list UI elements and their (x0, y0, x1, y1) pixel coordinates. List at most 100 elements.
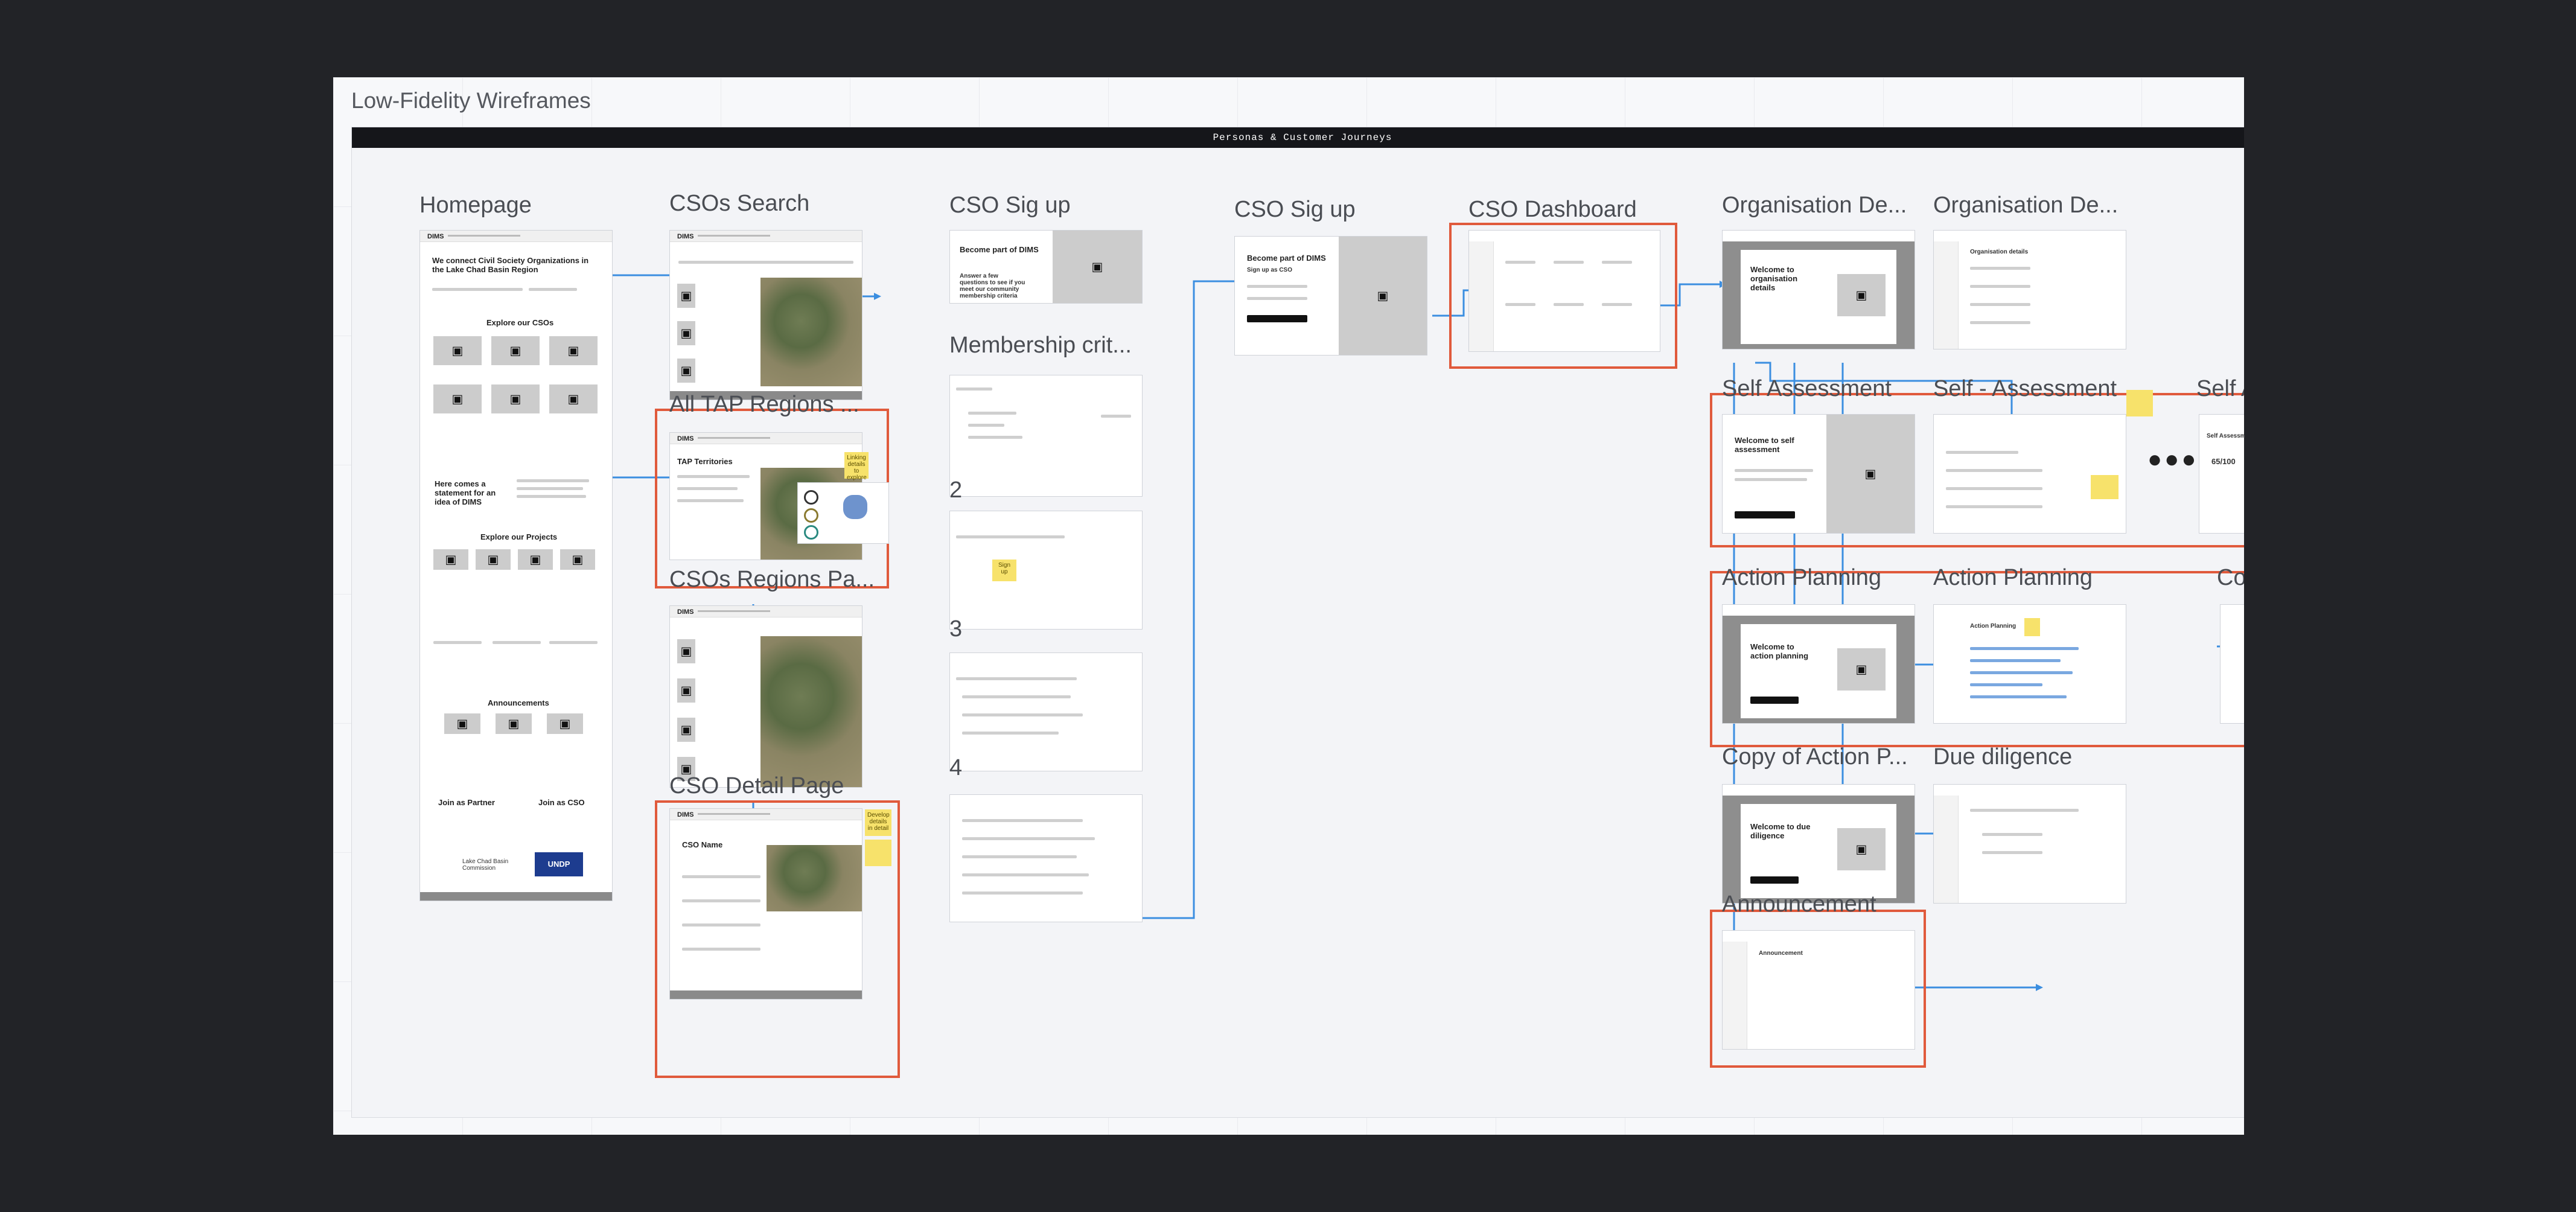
self-assessment-title: Self Assessment (2207, 433, 2244, 439)
dims-logo: DIMS (677, 233, 694, 240)
result-image-2[interactable] (677, 321, 695, 345)
membership-frame-1[interactable] (949, 375, 1143, 497)
dims-logo: DIMS (677, 811, 694, 818)
due-diligence-frame[interactable] (1933, 784, 2126, 904)
board-title: Low-Fidelity Wireframes (351, 88, 591, 113)
donut-icon (804, 525, 818, 540)
action-planning-frame[interactable]: Welcome to action planning (1722, 604, 1915, 724)
cso-name-title: CSO Name (682, 840, 723, 849)
org-details-a-frame[interactable]: Welcome to organisation details (1722, 230, 1915, 349)
signup-heading: Become part of DIMS (960, 245, 1039, 254)
label-org-details-a: Organisation De... (1722, 193, 1907, 218)
search-map[interactable] (760, 278, 862, 386)
announcement-image-3[interactable] (547, 713, 583, 734)
dims-logo: DIMS (677, 608, 694, 616)
copy-action-a-frame[interactable] (2220, 604, 2244, 724)
label-cso-signup-a: CSO Sig up (949, 193, 1071, 218)
signup-b-sub: Sign up as CSO (1247, 267, 1293, 273)
result-image-3[interactable] (677, 359, 695, 383)
start-due-button[interactable] (1750, 876, 1799, 884)
project-image-1[interactable] (433, 549, 468, 570)
label-due-diligence: Due diligence (1933, 744, 2073, 770)
self-assessment-c-frame[interactable]: Self Assessment 65/100 (2199, 414, 2244, 534)
project-image-3[interactable] (518, 549, 553, 570)
cso-image-6[interactable] (549, 384, 598, 413)
sticky-note-self-top[interactable] (2126, 390, 2153, 416)
cso-regions-frame[interactable]: DIMS (669, 605, 862, 788)
region-result-image-3[interactable] (677, 718, 695, 742)
about-statement: Here comes a statement for an idea of DI… (435, 479, 496, 506)
dashboard-sidebar[interactable] (1469, 241, 1494, 351)
regions-map[interactable] (760, 636, 862, 787)
signup-b-image (1339, 237, 1427, 355)
wireframe-board: Low-Fidelity Wireframes Personas & Custo… (333, 77, 2244, 1135)
cso-image-1[interactable] (433, 336, 482, 365)
start-action-button[interactable] (1750, 697, 1799, 704)
homepage-header: DIMS (420, 231, 612, 242)
donut-icon (804, 508, 818, 523)
sticky-note-detail[interactable]: Develop details in detail (865, 809, 891, 836)
label-action-planning-b: Action Planning (1933, 565, 2093, 590)
announcement-frame[interactable]: Announcement (1722, 930, 1915, 1050)
announcement-sidebar[interactable] (1723, 942, 1747, 1049)
membership-frame-3[interactable] (949, 652, 1143, 771)
label-cso-detail: CSO Detail Page (669, 773, 844, 799)
label-cso-regions: CSOs Regions Pa... (669, 567, 875, 592)
homepage-frame[interactable]: DIMS We connect Civil Society Organizati… (419, 230, 613, 901)
project-image-2[interactable] (476, 549, 511, 570)
copy-action-b-frame[interactable]: Welcome to due diligence (1722, 784, 1915, 904)
cso-image-5[interactable] (491, 384, 540, 413)
sticky-note-action[interactable] (2024, 618, 2040, 636)
signup-b-submit-button[interactable] (1247, 315, 1307, 322)
label-cso-search: CSOs Search (669, 191, 810, 216)
start-self-assessment-button[interactable] (1735, 511, 1795, 518)
project-image-4[interactable] (560, 549, 595, 570)
org-sidebar[interactable] (1934, 241, 1959, 349)
donut-icon (804, 490, 818, 505)
welcome-self: Welcome to self assessment (1735, 436, 1794, 454)
due-sidebar[interactable] (1934, 796, 1959, 903)
cso-detail-map[interactable] (767, 845, 862, 911)
region-result-image-1[interactable] (677, 639, 695, 663)
sticky-note-membership[interactable]: Sign up (992, 560, 1016, 581)
homepage-hero: We connect Civil Society Organizations i… (432, 256, 589, 274)
label-cso-dashboard: CSO Dashboard (1468, 197, 1637, 222)
canvas-frame[interactable]: Personas & Customer Journeys Homepage DI… (351, 127, 2244, 1118)
membership-frame-4[interactable] (949, 794, 1143, 922)
org-details-b-frame[interactable]: Organisation details (1933, 230, 2126, 349)
cso-dashboard-frame[interactable] (1468, 230, 1660, 352)
join-cso-button[interactable]: Join as CSO (538, 798, 585, 807)
cso-image-3[interactable] (549, 336, 598, 365)
sticky-note-tap[interactable]: Linking details to explore (844, 452, 869, 481)
welcome-org: Welcome to organisation details (1750, 265, 1798, 292)
sticky-note-self[interactable] (2091, 475, 2119, 499)
announcement-image-1[interactable] (444, 713, 480, 734)
self-assessment-b-frame[interactable] (1933, 414, 2126, 534)
label-self-assessment-c: Self A (2196, 376, 2244, 401)
label-copy-action-b: Copy of Action P... (1722, 744, 1908, 770)
label-tap-regions: All TAP Regions ... (669, 392, 859, 417)
result-image-1[interactable] (677, 284, 695, 308)
cso-signup-a-frame[interactable]: Become part of DIMS Answer a few questio… (949, 230, 1143, 304)
label-self-assessment-b: Self - Assessment (1933, 376, 2117, 401)
step-2: 2 (949, 477, 963, 503)
membership-frame-2[interactable]: Sign up (949, 511, 1143, 630)
cso-image-2[interactable] (491, 336, 540, 365)
stats-overlay-frame[interactable] (797, 482, 889, 544)
join-partner-button[interactable]: Join as Partner (438, 798, 495, 807)
dims-logo: DIMS (677, 435, 694, 442)
cso-search-frame[interactable]: DIMS (669, 230, 862, 400)
action-planning-b-frame[interactable]: Action Planning (1933, 604, 2126, 724)
announcement-image-2[interactable] (496, 713, 532, 734)
region-result-image-2[interactable] (677, 678, 695, 703)
sticky-note-detail-2[interactable] (865, 840, 891, 866)
announcements-heading: Announcements (488, 698, 549, 707)
label-copy-action-a: Copy of Ac (2217, 565, 2244, 590)
cso-image-4[interactable] (433, 384, 482, 413)
cso-signup-b-frame[interactable]: Become part of DIMS Sign up as CSO (1234, 236, 1427, 356)
label-org-details-b: Organisation De... (1933, 193, 2119, 218)
cso-detail-frame[interactable]: DIMS CSO Name (669, 808, 862, 1000)
org-image (1837, 274, 1886, 316)
action-image (1837, 648, 1886, 691)
self-assessment-frame[interactable]: Welcome to self assessment (1722, 414, 1915, 534)
